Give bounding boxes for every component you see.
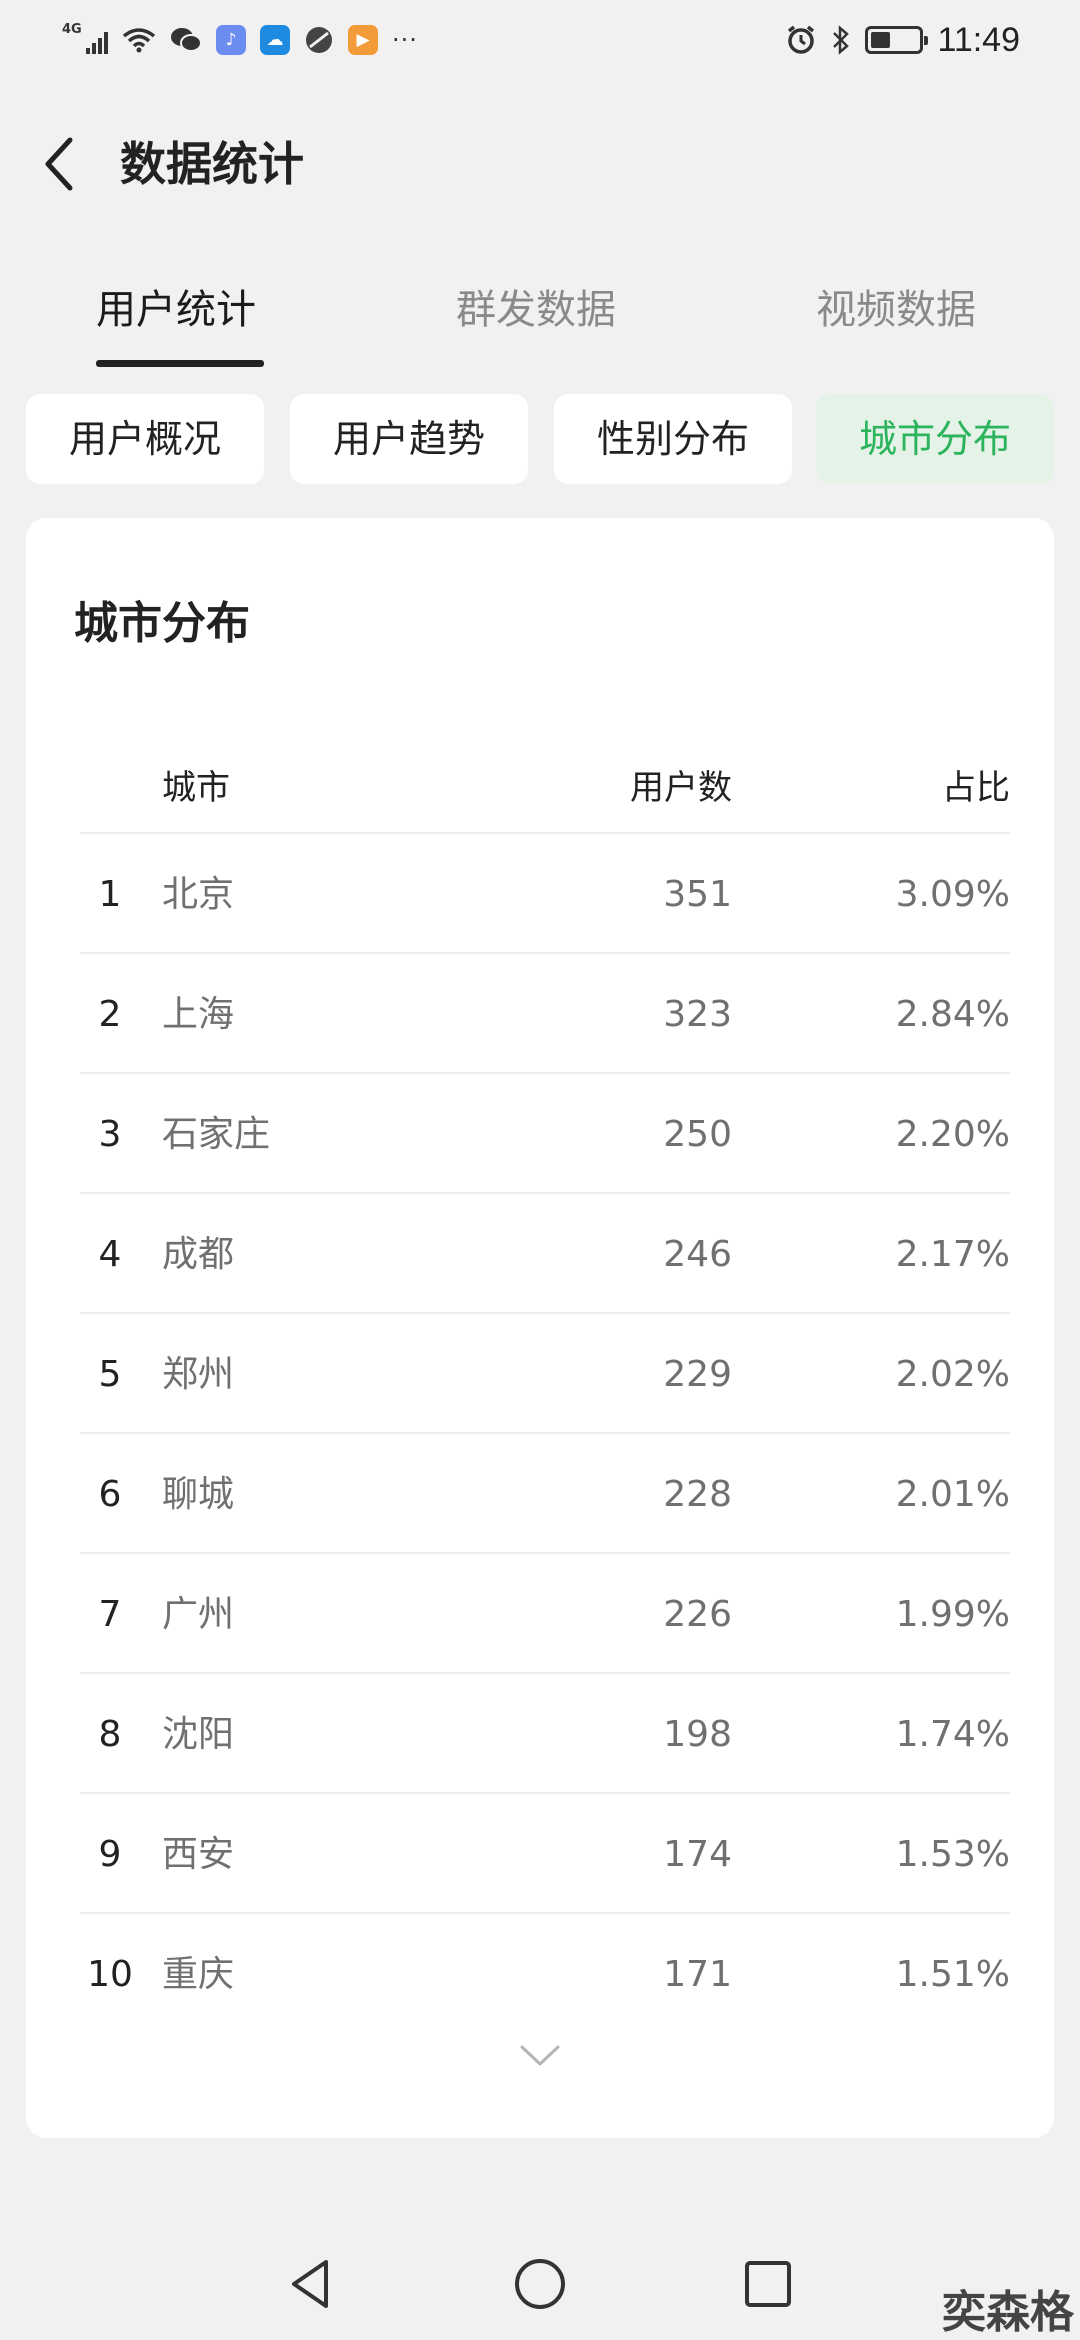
- main-tabs: 用户统计 群发数据 视频数据: [0, 280, 1080, 370]
- column-header-city: 城市: [162, 768, 230, 808]
- table-header: 城市 用户数 占比: [80, 740, 1010, 832]
- row-city: 北京: [162, 874, 235, 915]
- bluetooth-icon: [833, 25, 850, 55]
- expand-chevron-icon[interactable]: [519, 2044, 561, 2068]
- row-share: 2.20%: [895, 1114, 1010, 1155]
- tab-broadcast-data[interactable]: 群发数据: [456, 280, 616, 340]
- row-users: 250: [663, 1114, 732, 1155]
- row-city: 沈阳: [162, 1714, 235, 1755]
- music-icon: ♪: [216, 25, 246, 55]
- row-users: 323: [663, 994, 732, 1035]
- row-users: 198: [663, 1714, 732, 1755]
- row-share: 1.51%: [895, 1954, 1010, 1995]
- row-city: 石家庄: [162, 1114, 271, 1155]
- status-left: 4G ♪ ☁ ▶ ···: [62, 22, 418, 56]
- active-tab-indicator: [96, 360, 264, 367]
- tab-video-data[interactable]: 视频数据: [816, 280, 976, 340]
- row-rank: 7: [98, 1594, 122, 1635]
- page-title: 数据统计: [120, 137, 304, 191]
- row-city: 郑州: [162, 1354, 235, 1395]
- row-rank: 1: [98, 874, 122, 915]
- column-header-users: 用户数: [630, 768, 732, 808]
- status-bar: 4G ♪ ☁ ▶ ··· 11:49: [0, 0, 1080, 80]
- row-share: 2.02%: [895, 1354, 1010, 1395]
- row-rank: 10: [87, 1954, 133, 1995]
- row-rank: 6: [98, 1474, 122, 1515]
- network-type: 4G: [62, 22, 82, 37]
- table-row: 5 郑州 229 2.02%: [80, 1312, 1010, 1432]
- subtab-user-overview[interactable]: 用户概况: [26, 394, 264, 484]
- table-row: 3 石家庄 250 2.20%: [80, 1072, 1010, 1192]
- subtab-user-trend[interactable]: 用户趋势: [290, 394, 528, 484]
- battery-icon: [865, 26, 929, 54]
- signal-icon: 4G: [62, 22, 108, 56]
- nav-home-icon[interactable]: [510, 2254, 570, 2314]
- status-right: 11:49: [785, 21, 1020, 60]
- row-city: 聊城: [162, 1474, 235, 1515]
- video-icon: ▶: [348, 25, 378, 55]
- row-users: 229: [663, 1354, 732, 1395]
- row-share: 1.53%: [895, 1834, 1010, 1875]
- row-share: 3.09%: [895, 874, 1010, 915]
- column-header-share: 占比: [942, 768, 1010, 808]
- more-notifications: ···: [392, 26, 418, 54]
- table-row: 1 北京 351 3.09%: [80, 832, 1010, 952]
- row-share: 1.99%: [895, 1594, 1010, 1635]
- row-users: 171: [663, 1954, 732, 1995]
- tab-user-stats[interactable]: 用户统计: [96, 280, 256, 340]
- row-users: 226: [663, 1594, 732, 1635]
- row-city: 上海: [162, 994, 235, 1035]
- city-table: 城市 用户数 占比 1 北京 351 3.09% 2 上海 323 2.84% …: [80, 740, 1010, 2032]
- table-row: 8 沈阳 198 1.74%: [80, 1672, 1010, 1792]
- nav-recents-icon[interactable]: [738, 2254, 798, 2314]
- row-rank: 9: [98, 1834, 122, 1875]
- row-users: 174: [663, 1834, 732, 1875]
- row-rank: 2: [98, 994, 122, 1035]
- table-row: 4 成都 246 2.17%: [80, 1192, 1010, 1312]
- subtab-city-distribution[interactable]: 城市分布: [816, 394, 1054, 484]
- table-row: 6 聊城 228 2.01%: [80, 1432, 1010, 1552]
- city-distribution-card: 城市分布 城市 用户数 占比 1 北京 351 3.09% 2 上海 323 2…: [26, 518, 1054, 2138]
- table-row: 10 重庆 171 1.51%: [80, 1912, 1010, 2032]
- row-share: 2.17%: [895, 1234, 1010, 1275]
- card-title: 城市分布: [74, 598, 250, 649]
- back-button[interactable]: [38, 132, 82, 196]
- alarm-icon: [788, 25, 815, 54]
- row-city: 成都: [162, 1234, 235, 1275]
- row-users: 351: [663, 874, 732, 915]
- row-rank: 5: [98, 1354, 122, 1395]
- row-city: 广州: [162, 1594, 235, 1635]
- table-row: 7 广州 226 1.99%: [80, 1552, 1010, 1672]
- wechat-icon: [171, 28, 202, 52]
- row-city: 西安: [162, 1834, 235, 1875]
- row-share: 2.01%: [895, 1474, 1010, 1515]
- browser-icon: [306, 27, 332, 53]
- status-time: 11:49: [937, 20, 1020, 59]
- row-share: 1.74%: [895, 1714, 1010, 1755]
- row-users: 246: [663, 1234, 732, 1275]
- row-users: 228: [663, 1474, 732, 1515]
- table-row: 2 上海 323 2.84%: [80, 952, 1010, 1072]
- system-nav-bar: [0, 2240, 1080, 2340]
- row-share: 2.84%: [895, 994, 1010, 1035]
- subtab-gender-distribution[interactable]: 性别分布: [554, 394, 792, 484]
- wifi-icon: [122, 28, 156, 53]
- row-rank: 4: [98, 1234, 122, 1275]
- watermark-logo: 奕森格: [942, 2287, 1074, 2338]
- table-row: 9 西安 174 1.53%: [80, 1792, 1010, 1912]
- row-rank: 3: [98, 1114, 122, 1155]
- weather-icon: ☁: [260, 25, 290, 55]
- row-city: 重庆: [162, 1954, 235, 1995]
- row-rank: 8: [98, 1714, 122, 1755]
- nav-back-icon[interactable]: [280, 2254, 340, 2314]
